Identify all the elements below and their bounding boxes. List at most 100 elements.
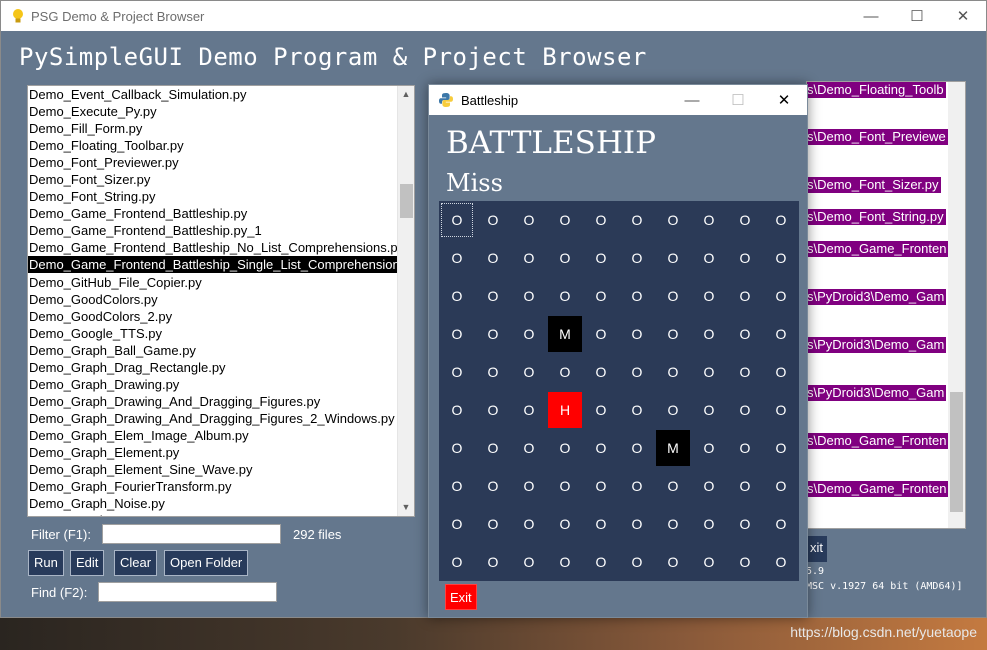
scroll-down-icon[interactable]: ▼ xyxy=(398,499,414,516)
grid-cell[interactable]: O xyxy=(764,278,798,314)
output-multiline[interactable]: s\Demo_Floating_Toolb s\Demo_Font_Preview… xyxy=(806,81,966,529)
grid-cell[interactable]: O xyxy=(692,468,726,504)
grid-cell[interactable]: O xyxy=(512,506,546,542)
grid-cell[interactable]: O xyxy=(476,316,510,352)
grid-cell[interactable]: O xyxy=(620,202,654,238)
grid-cell[interactable]: O xyxy=(620,544,654,580)
grid-cell[interactable]: O xyxy=(584,278,618,314)
list-item[interactable]: Demo_Graph_Drawing.py xyxy=(28,376,399,393)
grid-cell[interactable]: O xyxy=(692,392,726,428)
grid-cell[interactable]: O xyxy=(692,544,726,580)
find-input[interactable] xyxy=(98,582,277,602)
grid-cell[interactable]: O xyxy=(584,240,618,276)
grid-cell[interactable]: O xyxy=(656,506,690,542)
grid-cell[interactable]: O xyxy=(764,430,798,466)
grid-cell[interactable]: O xyxy=(476,544,510,580)
close-icon[interactable]: ✕ xyxy=(761,85,807,115)
grid-cell[interactable]: O xyxy=(692,316,726,352)
file-list[interactable]: Demo_Event_Callback_Simulation.py Demo_Ex… xyxy=(28,86,399,516)
list-item[interactable]: Demo_Fill_Form.py xyxy=(28,120,399,137)
grid-cell[interactable]: O xyxy=(476,354,510,390)
grid-cell[interactable]: O xyxy=(512,392,546,428)
list-item[interactable]: Demo_Font_Sizer.py xyxy=(28,171,399,188)
grid-cell[interactable]: O xyxy=(440,468,474,504)
grid-cell[interactable]: O xyxy=(548,278,582,314)
grid-cell[interactable]: O xyxy=(512,544,546,580)
grid-cell[interactable]: H xyxy=(548,392,582,428)
grid-cell[interactable]: O xyxy=(548,544,582,580)
grid-cell[interactable]: O xyxy=(476,506,510,542)
grid-cell[interactable]: O xyxy=(620,316,654,352)
grid-cell[interactable]: O xyxy=(764,468,798,504)
list-item[interactable]: Demo_Execute_Py.py xyxy=(28,103,399,120)
grid-cell[interactable]: O xyxy=(584,354,618,390)
grid-cell[interactable]: O xyxy=(728,202,762,238)
grid-cell[interactable]: O xyxy=(476,430,510,466)
grid-cell[interactable]: O xyxy=(728,468,762,504)
list-item[interactable]: Demo_Graph_Drag_Rectangle.py xyxy=(28,359,399,376)
grid-cell[interactable]: O xyxy=(476,240,510,276)
grid-cell[interactable]: O xyxy=(692,354,726,390)
list-item[interactable]: Demo_GitHub_File_Copier.py xyxy=(28,274,399,291)
close-icon[interactable]: ✕ xyxy=(940,1,986,31)
list-item[interactable]: Demo_GoodColors.py xyxy=(28,291,399,308)
grid-cell[interactable]: O xyxy=(728,430,762,466)
grid-cell[interactable]: O xyxy=(728,316,762,352)
list-item[interactable]: Demo_Graph_Ball_Game.py xyxy=(28,342,399,359)
grid-cell[interactable]: O xyxy=(512,202,546,238)
grid-cell[interactable]: O xyxy=(656,468,690,504)
grid-cell[interactable]: O xyxy=(548,202,582,238)
grid-cell[interactable]: O xyxy=(548,430,582,466)
grid-cell[interactable]: O xyxy=(440,430,474,466)
exit-button[interactable]: Exit xyxy=(445,584,477,610)
grid-cell[interactable]: O xyxy=(692,506,726,542)
grid-cell[interactable]: O xyxy=(440,392,474,428)
exit-button-partial[interactable]: xit xyxy=(806,536,827,562)
list-item[interactable]: Demo_Event_Callback_Simulation.py xyxy=(28,86,399,103)
list-item[interactable]: Demo_Floating_Toolbar.py xyxy=(28,137,399,154)
list-item[interactable]: Demo_GoodColors_2.py xyxy=(28,308,399,325)
grid-cell[interactable]: O xyxy=(764,354,798,390)
edit-button[interactable]: Edit xyxy=(70,550,105,576)
grid-cell[interactable]: O xyxy=(764,202,798,238)
list-item[interactable]: Demo_Graph_Drawing_And_Dragging_Figures_… xyxy=(28,410,399,427)
open-folder-button[interactable]: Open Folder xyxy=(164,550,249,576)
grid-cell[interactable]: O xyxy=(692,240,726,276)
grid-cell[interactable]: O xyxy=(764,392,798,428)
grid-cell[interactable]: O xyxy=(440,240,474,276)
minimize-icon[interactable]: — xyxy=(848,1,894,31)
grid-cell[interactable]: O xyxy=(728,506,762,542)
grid-cell[interactable]: O xyxy=(728,392,762,428)
grid-cell[interactable]: O xyxy=(584,430,618,466)
scroll-thumb[interactable] xyxy=(400,184,413,218)
grid-cell[interactable]: O xyxy=(764,544,798,580)
filter-input[interactable] xyxy=(102,524,281,544)
scroll-up-icon[interactable]: ▲ xyxy=(398,86,414,103)
grid-cell[interactable]: O xyxy=(656,354,690,390)
grid-cell[interactable]: O xyxy=(440,544,474,580)
grid-cell[interactable]: O xyxy=(548,468,582,504)
grid-cell[interactable]: O xyxy=(584,468,618,504)
grid-cell[interactable]: O xyxy=(584,506,618,542)
grid-cell[interactable]: O xyxy=(584,316,618,352)
grid-cell[interactable]: O xyxy=(620,468,654,504)
grid-cell[interactable]: O xyxy=(656,240,690,276)
grid-cell[interactable]: O xyxy=(656,278,690,314)
grid-cell[interactable]: M xyxy=(656,430,690,466)
grid-cell[interactable]: O xyxy=(440,506,474,542)
list-item[interactable]: Demo_Game_Frontend_Battleship.py_1 xyxy=(28,222,399,239)
grid-cell[interactable]: O xyxy=(620,354,654,390)
output-scroll-thumb[interactable] xyxy=(950,392,963,512)
grid-cell[interactable]: O xyxy=(512,316,546,352)
grid-cell[interactable]: O xyxy=(512,354,546,390)
grid-cell[interactable]: O xyxy=(656,202,690,238)
list-item[interactable]: Demo_Font_Previewer.py xyxy=(28,154,399,171)
grid-cell[interactable]: O xyxy=(764,240,798,276)
list-item[interactable]: Demo_Graph_Noise.py xyxy=(28,495,399,512)
list-item[interactable]: Demo_Google_TTS.py xyxy=(28,325,399,342)
grid-cell[interactable]: O xyxy=(692,202,726,238)
grid-cell[interactable]: O xyxy=(728,354,762,390)
grid-cell[interactable]: O xyxy=(584,202,618,238)
battleship-titlebar[interactable]: Battleship — ☐ ✕ xyxy=(429,85,807,115)
listbox-scrollbar[interactable]: ▲ ▼ xyxy=(397,86,414,516)
